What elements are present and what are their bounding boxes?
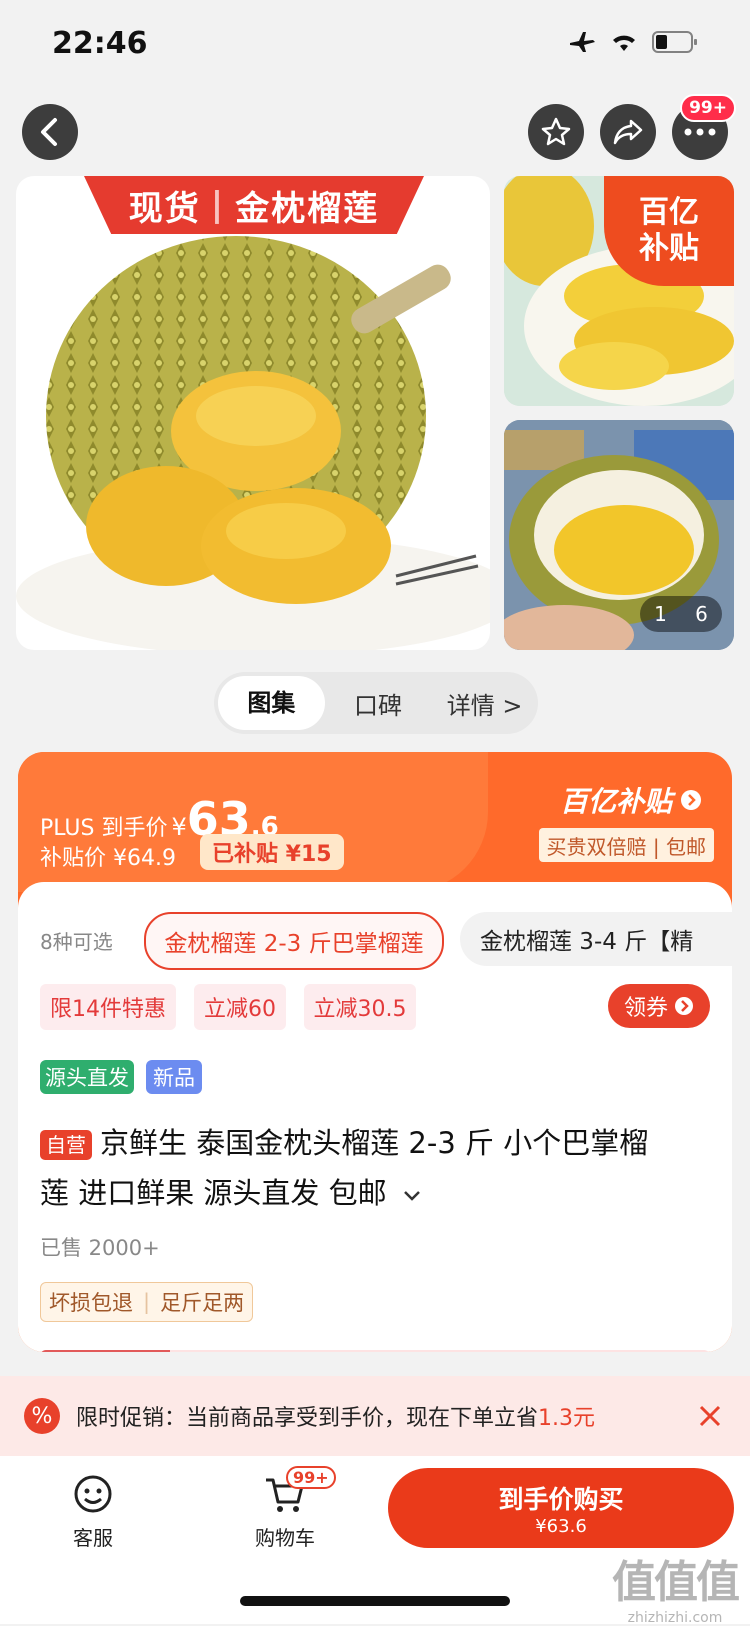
subsidized-badge: 已补贴 ¥15 <box>200 834 344 870</box>
service-label: 客服 <box>73 1526 113 1550</box>
share-icon <box>613 119 643 145</box>
promo-bar: % 限时促销：当前商品享受到手价，现在下单立省1.3元 <box>0 1376 750 1456</box>
back-icon <box>41 118 57 146</box>
airplane-icon <box>570 32 595 52</box>
star-icon <box>541 117 571 146</box>
tab-gallery[interactable]: 图集 <box>218 676 325 730</box>
subsidy-badge-line1: 百亿 <box>639 195 699 230</box>
page-current: 1 <box>654 602 667 626</box>
promo-limited[interactable]: 限14件特惠 <box>40 984 176 1030</box>
promo-discount-30[interactable]: 立减30.5 <box>304 984 416 1030</box>
currency-symbol: ¥ <box>171 813 187 841</box>
page-total: 6 <box>695 602 708 626</box>
back-button[interactable] <box>22 104 78 160</box>
thumbnail-1[interactable]: 百亿 补贴 <box>504 176 734 406</box>
option-selected[interactable]: 金枕榴莲 2-3 斤巴掌榴莲 <box>144 912 444 970</box>
home-indicator <box>240 1596 510 1606</box>
more-button[interactable]: 99+ <box>672 94 736 160</box>
subsidy-badge-line2: 补贴 <box>639 231 699 266</box>
title-line-2: 莲 进口鲜果 源头直发 包邮 <box>40 1176 387 1210</box>
subsidy-price: 补贴价 ¥64.9 <box>40 846 176 871</box>
plus-label: PLUS 到手价 <box>40 816 168 841</box>
wifi-icon <box>613 35 635 51</box>
tag-new: 新品 <box>146 1060 202 1094</box>
main-product-image[interactable]: 现货 | 金枕榴莲 <box>16 176 490 650</box>
coupon-button[interactable]: 领券 <box>608 984 710 1028</box>
brand-label: 百亿补贴 <box>559 785 672 818</box>
share-button[interactable] <box>600 104 656 160</box>
options-count: 8种可选 <box>40 930 113 954</box>
more-icon <box>684 128 716 136</box>
cart-badge: 99+ <box>286 1466 336 1489</box>
more-badge: 99+ <box>680 94 736 122</box>
promo-text: 限时促销：当前商品享受到手价，现在下单立省 <box>76 1406 539 1431</box>
buy-label: 到手价购买 <box>498 1484 624 1514</box>
favorite-button[interactable] <box>528 104 584 160</box>
chevron-right-circle-icon <box>681 790 701 810</box>
promo-discount-60[interactable]: 立减60 <box>194 984 286 1030</box>
promo-text-wrap: 限时促销：当前商品享受到手价，现在下单立省1.3元 <box>76 1400 595 1432</box>
customer-service-button[interactable]: 客服 <box>60 1474 126 1551</box>
status-time: 22:46 <box>52 26 148 61</box>
watermark: 值值值 zhizhizhi.com <box>612 1546 740 1626</box>
battery-icon <box>652 31 697 53</box>
tab-reviews[interactable]: 口碑 <box>325 686 432 721</box>
tab-details[interactable]: 详情 > <box>431 686 538 721</box>
chevron-right-circle-icon <box>675 997 693 1015</box>
cart-label: 购物车 <box>255 1526 315 1550</box>
buy-price: ¥63.6 <box>535 1515 587 1537</box>
thumbnail-2[interactable]: 1 6 <box>504 420 734 650</box>
close-icon[interactable] <box>698 1404 722 1428</box>
service-return: 坏损包退 <box>49 1291 133 1315</box>
subsidy-badge: 百亿 补贴 <box>604 176 734 286</box>
title-line-1: 京鲜生 泰国金枕头榴莲 2-3 斤 小个巴掌榴 <box>100 1126 649 1160</box>
cart-button[interactable]: 购物车 99+ <box>240 1466 336 1551</box>
gallery-tabs: 图集 口碑 详情 > <box>214 672 538 734</box>
customer-service-icon <box>74 1475 112 1513</box>
product-info-panel: 8种可选 金枕榴莲 2-3 斤巴掌榴莲 金枕榴莲 3-4 斤【精 限14件特惠 … <box>18 882 732 1352</box>
brand-subsidy-link[interactable]: 百亿补贴 <box>560 780 702 820</box>
bottom-bar: 客服 购物车 99+ 到手价购买 ¥63.6 值值值 zhizhizhi.com <box>0 1456 750 1626</box>
product-title: 自营 京鲜生 泰国金枕头榴莲 2-3 斤 小个巴掌榴 莲 进口鲜果 源头直发 包邮 <box>40 1118 710 1218</box>
discount-icon: % <box>24 1398 60 1434</box>
durian-illustration <box>16 236 490 650</box>
option-item[interactable]: 金枕榴莲 3-4 斤【精 <box>460 912 732 966</box>
promo-amount: 1.3元 <box>538 1406 596 1431</box>
chevron-down-icon[interactable] <box>402 1189 422 1203</box>
status-icons <box>568 30 698 54</box>
service-weight: 足斤足两 <box>160 1291 245 1315</box>
guarantee-badge: 买贵双倍赔 | 包邮 <box>538 828 714 862</box>
coupon-label: 领券 <box>623 996 668 1021</box>
price-card: PLUS 到手价 ¥ 63 .6 补贴价 ¥64.9 已补贴 ¥15 百亿补贴 … <box>18 752 732 1352</box>
service-tags: 坏损包退 | 足斤足两 <box>40 1282 254 1322</box>
sold-count: 已售 2000+ <box>40 1236 160 1260</box>
watermark-text: 值值值 <box>612 1557 740 1608</box>
buy-button[interactable]: 到手价购买 ¥63.6 <box>388 1468 734 1548</box>
tag-source-direct: 源头直发 <box>40 1060 134 1094</box>
peek-banner <box>40 1350 710 1352</box>
self-operated-badge: 自营 <box>40 1130 92 1160</box>
image-pager: 1 6 <box>640 596 722 632</box>
